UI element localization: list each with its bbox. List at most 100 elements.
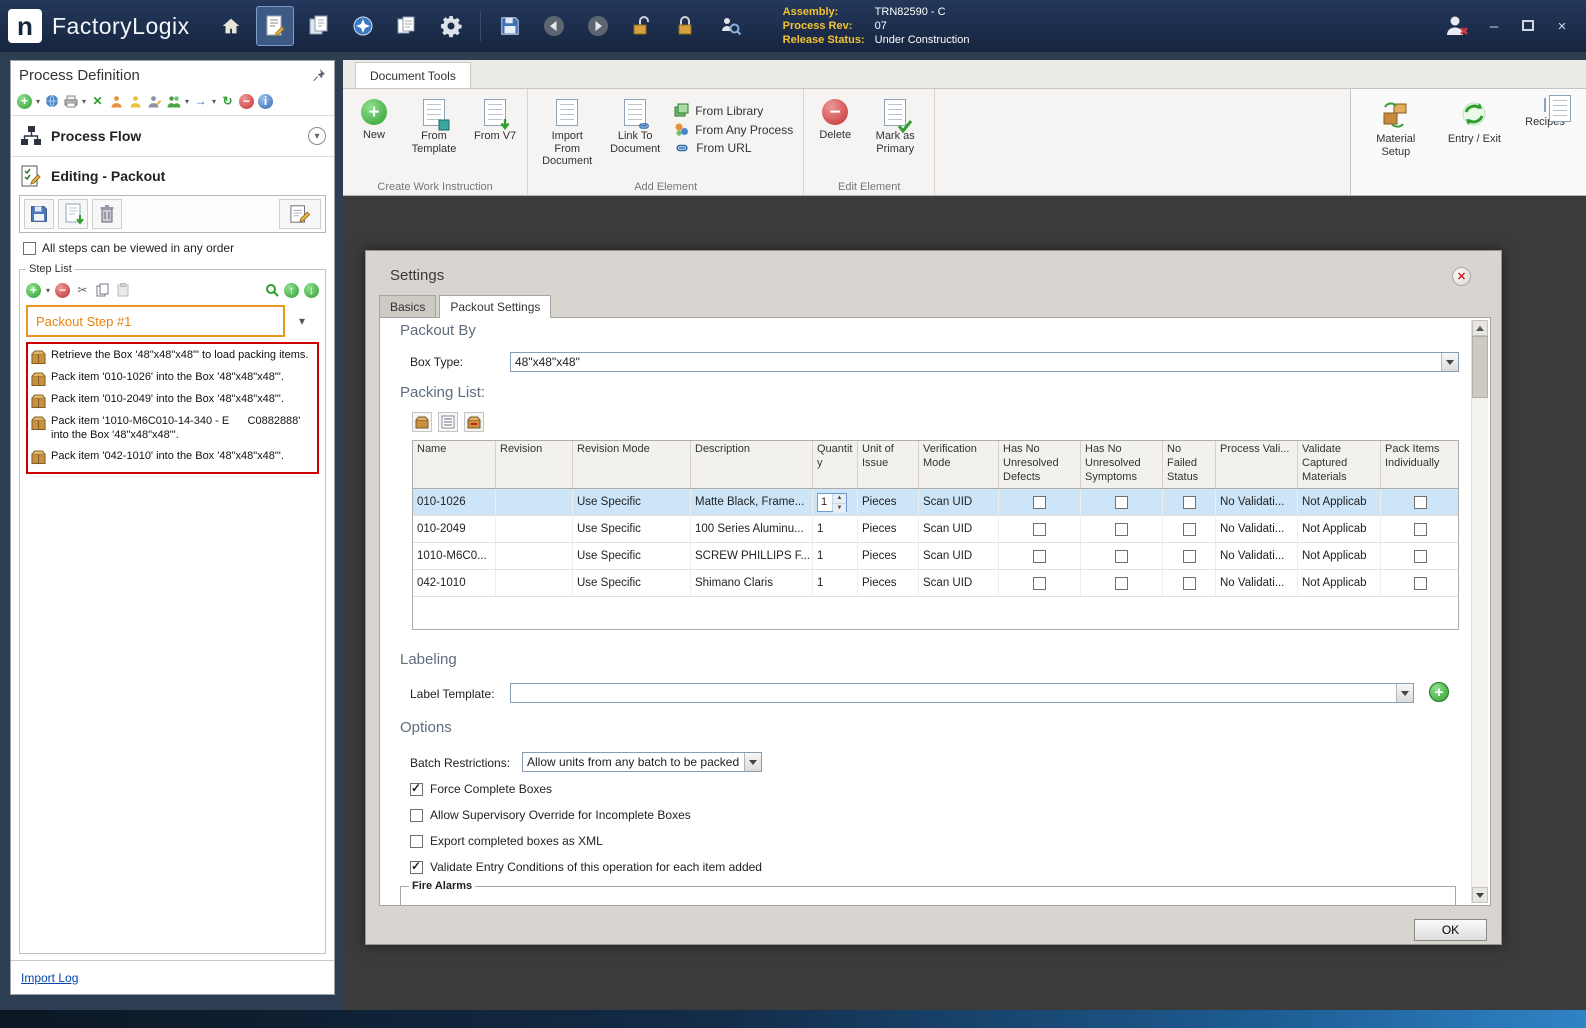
work-instructions-button[interactable] — [255, 6, 294, 46]
column-header-validate_captured_materials[interactable]: Validate Captured Materials — [1298, 441, 1381, 488]
table-cell-name[interactable]: 010-1026 — [413, 489, 496, 515]
stop-icon[interactable]: − — [239, 93, 255, 109]
column-header-name[interactable]: Name — [413, 441, 496, 488]
option-checkbox-row[interactable]: Validate Entry Conditions of this operat… — [410, 854, 762, 880]
box-type-select[interactable]: 48"x48"x48" — [510, 352, 1459, 372]
recipes-button[interactable]: Recipes — [1520, 95, 1571, 132]
option-checkbox[interactable] — [410, 781, 423, 796]
from-v7-button[interactable]: From V7 — [469, 95, 521, 147]
option-checkbox[interactable] — [410, 808, 423, 822]
table-row[interactable]: 042-1010 Use Specific Shimano Claris 1 Piece… — [413, 570, 1458, 597]
table-cell-verification_mode[interactable]: Scan UID — [919, 570, 999, 596]
cell-checkbox[interactable] — [1413, 495, 1427, 509]
option-checkbox-row[interactable]: Force Complete Boxes — [410, 776, 762, 802]
table-cell-description[interactable]: Matte Black, Frame... — [691, 489, 813, 515]
tab-packout-settings[interactable]: Packout Settings — [439, 295, 552, 318]
settings-button[interactable] — [432, 6, 470, 46]
cell-checkbox[interactable] — [1115, 495, 1128, 509]
quantity-spinner[interactable]: 1 ▲ ▼ — [817, 492, 847, 513]
chevron-down-icon[interactable]: ▾ — [82, 97, 86, 106]
option-checkbox[interactable] — [410, 834, 423, 848]
column-header-revision_mode[interactable]: Revision Mode — [573, 441, 691, 488]
chevron-down-icon[interactable]: ▾ — [212, 97, 216, 106]
remove-step-icon[interactable]: − — [55, 282, 71, 298]
option-checkbox-row[interactable]: Allow Supervisory Override for Incomplet… — [410, 802, 762, 828]
step-list-item[interactable]: Retrieve the Box '48"x48"x48"' to load p… — [31, 349, 314, 364]
entry-exit-button[interactable]: Entry / Exit — [1443, 95, 1506, 150]
table-cell-description[interactable]: 100 Series Aluminu... — [691, 516, 813, 542]
paste-icon[interactable] — [115, 283, 130, 298]
user-logout-icon[interactable] — [1442, 12, 1470, 40]
table-cell-quantity[interactable]: 1 — [813, 516, 858, 542]
add-label-template-button[interactable]: + — [1429, 682, 1449, 702]
spin-down-icon[interactable]: ▼ — [833, 503, 846, 513]
forward-step-icon[interactable]: → — [193, 94, 208, 109]
table-cell-quantity[interactable]: 1 — [813, 543, 858, 569]
maximize-button[interactable] — [1518, 18, 1538, 35]
chevron-down-icon[interactable]: ▾ — [46, 286, 50, 295]
move-down-icon[interactable]: ↓ — [304, 282, 319, 298]
column-header-no_failed_status[interactable]: No Failed Status — [1163, 441, 1216, 488]
cell-checkbox[interactable] — [1115, 522, 1128, 536]
edit-signature-button[interactable] — [279, 199, 321, 229]
table-cell-process_validation[interactable]: No Validati... — [1216, 570, 1298, 596]
cell-checkbox[interactable] — [1033, 576, 1046, 590]
column-header-has_no_unresolved_symptoms[interactable]: Has No Unresolved Symptoms — [1081, 441, 1163, 488]
label-template-select[interactable] — [510, 683, 1414, 703]
column-header-verification_mode[interactable]: Verification Mode — [919, 441, 999, 488]
step-list-item[interactable]: Pack item '042-1010' into the Box '48"x4… — [31, 450, 314, 465]
from-template-button[interactable]: From Template — [401, 95, 467, 159]
settings-scrollbar[interactable] — [1471, 320, 1488, 903]
material-setup-button[interactable]: Material Setup — [1363, 95, 1429, 162]
documents-button[interactable] — [388, 6, 426, 46]
scroll-thumb[interactable] — [1472, 336, 1488, 398]
column-header-pack_items_individually[interactable]: Pack Items Individually — [1381, 441, 1458, 488]
table-cell-revision[interactable] — [496, 489, 573, 515]
user-edit-icon[interactable] — [147, 94, 162, 109]
column-header-quantity[interactable]: Quantity — [813, 441, 858, 488]
column-header-revision[interactable]: Revision — [496, 441, 573, 488]
table-cell-validate_captured_materials[interactable]: Not Applicab — [1298, 543, 1381, 569]
move-up-icon[interactable]: ↑ — [284, 282, 299, 298]
cell-checkbox[interactable] — [1182, 522, 1196, 536]
table-cell-validate_captured_materials[interactable]: Not Applicab — [1298, 516, 1381, 542]
scroll-up-button[interactable] — [1472, 320, 1488, 336]
table-cell-validate_captured_materials[interactable]: Not Applicab — [1298, 489, 1381, 515]
remove-package-icon[interactable] — [464, 412, 484, 432]
process-steps-button[interactable] — [300, 6, 338, 46]
user-orange-icon[interactable] — [109, 94, 124, 109]
pin-icon[interactable] — [312, 68, 326, 82]
table-cell-revision_mode[interactable]: Use Specific — [573, 543, 691, 569]
table-cell-unit_of_issue[interactable]: Pieces — [858, 543, 919, 569]
refresh-icon[interactable]: ↻ — [220, 94, 235, 109]
step-list-item[interactable]: Pack item '010-1026' into the Box '48"x4… — [31, 371, 314, 386]
close-button[interactable]: × — [1552, 18, 1572, 35]
user-star-icon[interactable] — [128, 94, 143, 109]
chevron-down-icon[interactable] — [1396, 684, 1413, 702]
table-cell-verification_mode[interactable]: Scan UID — [919, 516, 999, 542]
cell-checkbox[interactable] — [1115, 549, 1128, 563]
table-cell-process_validation[interactable]: No Validati... — [1216, 516, 1298, 542]
copy-icon[interactable] — [95, 283, 110, 298]
list-view-icon[interactable] — [438, 412, 458, 432]
table-cell-unit_of_issue[interactable]: Pieces — [858, 489, 919, 515]
users-group-icon[interactable] — [166, 94, 181, 109]
add-step-icon[interactable]: + — [26, 282, 41, 298]
save-step-button[interactable] — [24, 199, 54, 229]
step-list-item[interactable]: Pack item '010-2049' into the Box '48"x4… — [31, 393, 314, 408]
column-header-process_validation[interactable]: Process Vali... — [1216, 441, 1298, 488]
option-checkbox[interactable] — [410, 859, 423, 874]
table-cell-validate_captured_materials[interactable]: Not Applicab — [1298, 570, 1381, 596]
scroll-down-button[interactable] — [1472, 887, 1488, 903]
delete-element-button[interactable]: − Delete — [810, 95, 860, 146]
unlock-button[interactable] — [623, 6, 661, 46]
from-any-process-button[interactable]: From Any Process — [670, 122, 797, 137]
column-header-unit_of_issue[interactable]: Unit of Issue — [858, 441, 919, 488]
order-checkbox[interactable] — [23, 241, 36, 255]
lock-button[interactable] — [667, 6, 705, 46]
chevron-down-icon[interactable] — [744, 753, 761, 771]
cell-checkbox[interactable] — [1182, 495, 1196, 509]
from-url-button[interactable]: From URL — [670, 141, 797, 155]
cell-checkbox[interactable] — [1413, 576, 1427, 590]
table-row[interactable]: 1010-M6C0... Use Specific SCREW PHILLIPS F… — [413, 543, 1458, 570]
